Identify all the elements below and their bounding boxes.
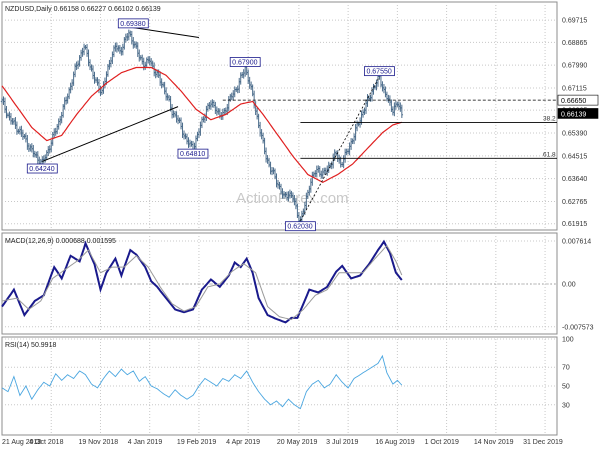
rsi-panel-title: RSI(14) 50.9918 bbox=[5, 342, 56, 349]
price-level-label-text: 0.64810 bbox=[180, 151, 205, 158]
macd-panel-title: MACD(12,26,9) 0.000688 0.001595 bbox=[5, 238, 116, 245]
right-axis-price-tag: 0.66650 bbox=[557, 94, 599, 106]
x-tick-label: 4 Oct 2018 bbox=[29, 439, 63, 446]
y-tick-label: 0.67990 bbox=[562, 63, 587, 70]
price-panel-title: NZDUSD,Daily 0.66158 0.66227 0.66102 0.6… bbox=[5, 6, 161, 13]
right-axis-price-tag-text: 0.66650 bbox=[561, 98, 586, 105]
price-level-label-text: 0.64240 bbox=[29, 166, 54, 173]
y-tick-label: 0.61915 bbox=[562, 221, 587, 228]
fib-level-label: 38.2 bbox=[543, 116, 556, 123]
right-axis-price-tag: 0.66139 bbox=[557, 108, 599, 119]
y-tick-label: -0.007573 bbox=[562, 324, 594, 331]
x-tick-label: 31 Dec 2019 bbox=[523, 439, 563, 446]
price-level-label: 0.64810 bbox=[177, 148, 209, 159]
price-level-label-text: 0.62030 bbox=[287, 224, 312, 231]
x-tick-label: 4 Jan 2019 bbox=[128, 439, 163, 446]
y-tick-label: 70 bbox=[562, 365, 570, 372]
y-tick-label: 0.62765 bbox=[562, 199, 587, 206]
x-tick-label: 3 Jul 2019 bbox=[326, 439, 358, 446]
x-tick-label: 14 Nov 2019 bbox=[474, 439, 514, 446]
y-tick-label: 0.68865 bbox=[562, 40, 587, 47]
price-level-label-text: 0.69380 bbox=[120, 21, 145, 28]
y-tick-label: 0.69715 bbox=[562, 18, 587, 25]
right-axis-price-tag-text: 0.66139 bbox=[561, 111, 586, 118]
price-level-label-text: 0.67900 bbox=[232, 60, 257, 67]
chart-container: ActionForex.com 38.2 61.8 0.69380 0.67900 0.… bbox=[0, 0, 600, 450]
y-tick-label: 30 bbox=[562, 402, 570, 409]
y-tick-label: 0.63640 bbox=[562, 176, 587, 183]
price-level-label-text: 0.67550 bbox=[366, 69, 391, 76]
price-level-label: 0.64240 bbox=[26, 163, 58, 174]
x-tick-label: 4 Apr 2019 bbox=[226, 439, 260, 446]
y-tick-label: 0.65390 bbox=[562, 131, 587, 138]
y-tick-label: 0.00 bbox=[562, 282, 576, 289]
watermark-text: ActionForex.com bbox=[236, 190, 349, 207]
x-tick-label: 20 May 2019 bbox=[277, 439, 318, 446]
y-tick-label: 0.007614 bbox=[562, 239, 591, 246]
x-tick-label: 19 Feb 2019 bbox=[177, 439, 216, 446]
fib-level-label: 61.8 bbox=[543, 151, 556, 158]
x-tick-label: 19 Nov 2018 bbox=[78, 439, 118, 446]
y-tick-label: 100 bbox=[562, 337, 574, 344]
price-level-label: 0.62030 bbox=[284, 221, 316, 232]
chart-svg: ActionForex.com 38.2 61.8 0.69380 0.67900 0.… bbox=[0, 0, 600, 450]
x-tick-label: 16 Aug 2019 bbox=[375, 439, 414, 446]
y-tick-label: 0.64515 bbox=[562, 153, 587, 160]
y-tick-label: 0.67115 bbox=[562, 85, 587, 92]
x-tick-label: 1 Oct 2019 bbox=[425, 439, 459, 446]
price-level-label: 0.67900 bbox=[229, 57, 261, 67]
price-level-label: 0.67550 bbox=[364, 66, 395, 77]
y-tick-label: 50 bbox=[562, 384, 570, 391]
price-level-label: 0.69380 bbox=[117, 18, 149, 29]
